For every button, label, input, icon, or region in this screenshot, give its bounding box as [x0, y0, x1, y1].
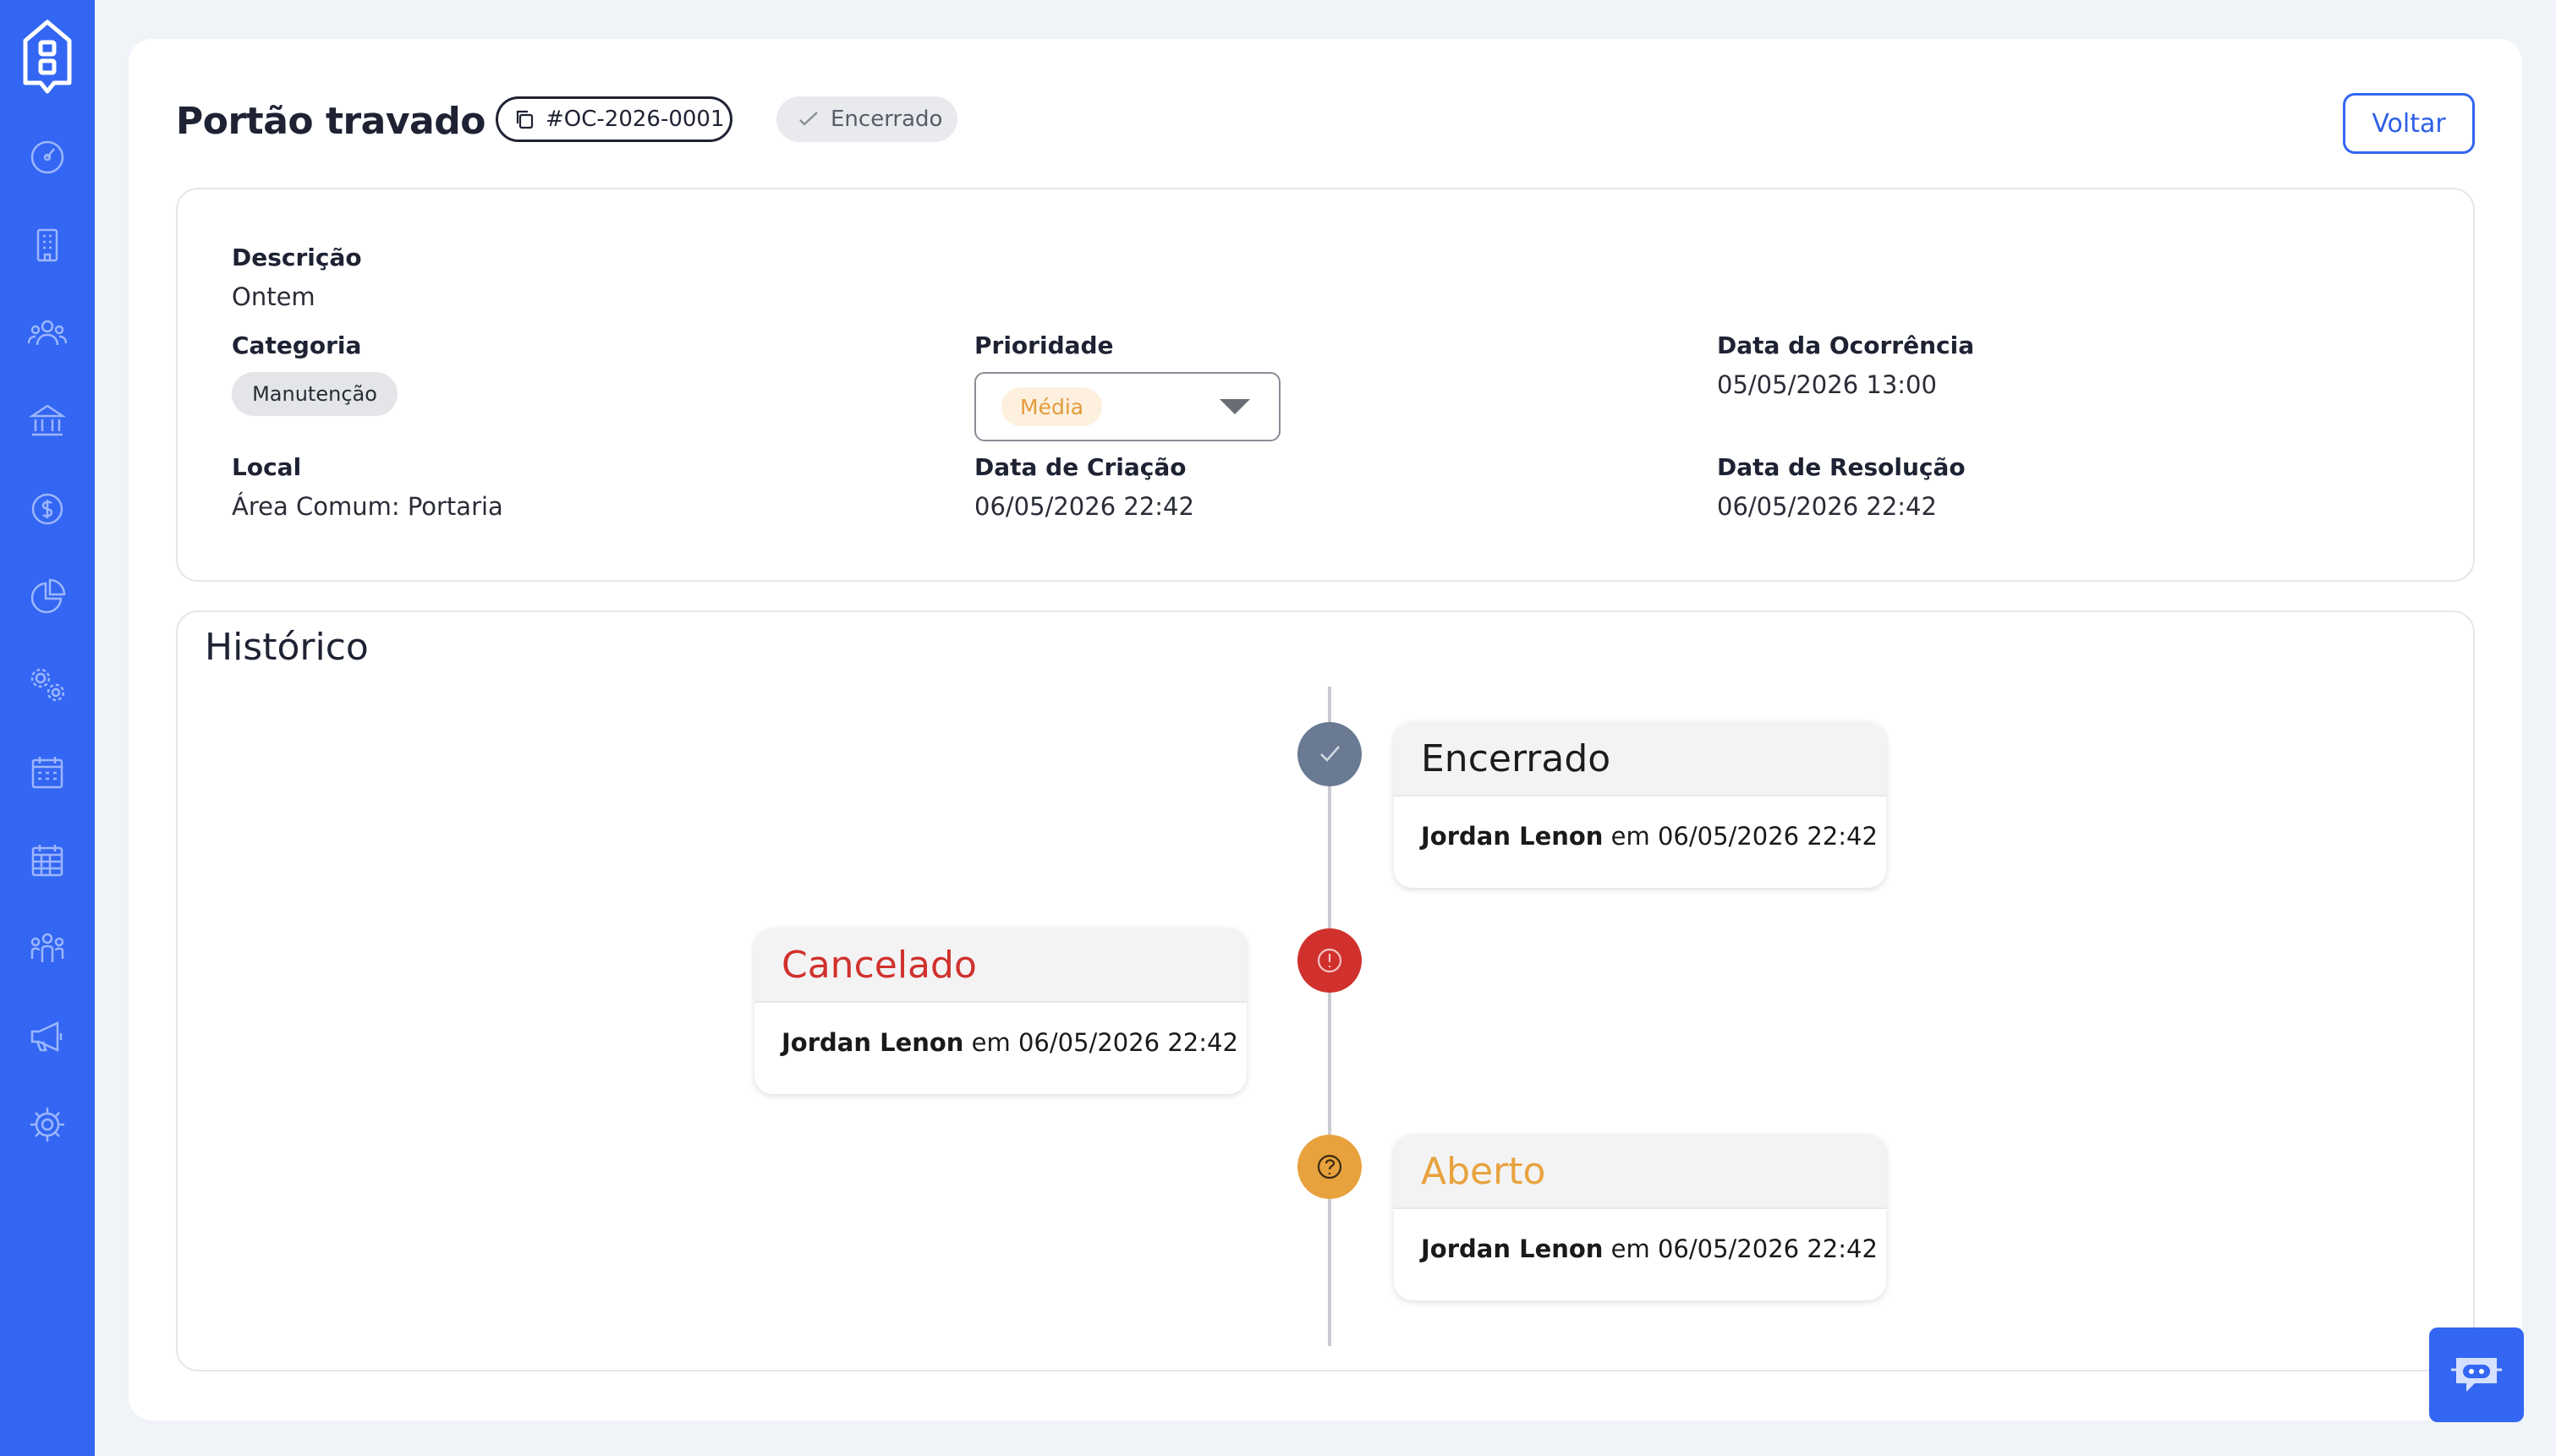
timeline-card-status: Aberto [1394, 1135, 1886, 1209]
sidebar-item-announcements[interactable] [0, 993, 95, 1081]
details-panel: Descrição Ontem Categoria Manutenção Pri… [176, 188, 2475, 582]
history-title: Histórico [205, 626, 369, 669]
occurrence-code-badge[interactable]: #OC-2026-0001 [496, 96, 732, 142]
priority-value: Média [1001, 387, 1103, 426]
settings-gear-icon [30, 1108, 64, 1141]
created-date-value: 06/05/2026 22:42 [974, 492, 1194, 521]
page-title: Portão travado [176, 100, 485, 143]
bank-icon [28, 404, 67, 436]
sidebar-nav [0, 113, 95, 1169]
priority-select[interactable]: Média [974, 372, 1281, 441]
sidebar-item-dashboard[interactable] [0, 113, 95, 201]
chatbot-button[interactable] [2429, 1327, 2524, 1422]
dollar-coin-icon [31, 493, 63, 525]
occurrence-date-value: 05/05/2026 13:00 [1717, 370, 1937, 399]
priority-label: Prioridade [974, 331, 1114, 359]
description-value: Ontem [232, 282, 315, 311]
sidebar-item-bank[interactable] [0, 377, 95, 465]
created-date-label: Data de Criação [974, 453, 1187, 481]
users-group-icon [27, 320, 68, 346]
location-label: Local [232, 453, 302, 481]
chatbot-icon [2451, 1358, 2502, 1392]
check-icon [1320, 746, 1340, 762]
alert-icon [1317, 948, 1342, 973]
history-panel: Histórico Encerrado Jordan Lenon em 06/0… [176, 610, 2475, 1371]
sidebar-item-settings[interactable] [0, 1081, 95, 1169]
building-icon [36, 228, 58, 262]
people-icon [30, 933, 64, 962]
sidebar-item-reservations[interactable] [0, 817, 95, 905]
sidebar-item-buildings[interactable] [0, 201, 95, 289]
sidebar-item-calendar[interactable] [0, 729, 95, 817]
timeline-card-cancelled: Cancelado Jordan Lenon em 06/05/2026 22:… [754, 928, 1247, 1094]
category-label: Categoria [232, 331, 362, 359]
location-value: Área Comum: Portaria [232, 492, 503, 521]
calendar-grid-icon [31, 845, 63, 877]
timeline-card-date: 06/05/2026 22:42 [1657, 822, 1878, 851]
timeline-card-user: Jordan Lenon [782, 1028, 964, 1057]
timeline-card-closed: Encerrado Jordan Lenon em 06/05/2026 22:… [1394, 722, 1886, 888]
occurrence-date-label: Data da Ocorrência [1717, 331, 1975, 359]
timeline-dot-open [1297, 1135, 1362, 1199]
page-header: Portão travado #OC-2026-0001 Encerrado V… [176, 93, 2475, 161]
occurrence-code: #OC-2026-0001 [546, 107, 725, 132]
megaphone-icon [30, 1021, 63, 1052]
timeline-card-connector: em [1610, 1234, 1650, 1263]
resolved-date-value: 06/05/2026 22:42 [1717, 492, 1937, 521]
sidebar-item-users[interactable] [0, 289, 95, 377]
check-icon [799, 112, 818, 126]
back-button[interactable]: Voltar [2343, 93, 2475, 154]
timeline-card-user: Jordan Lenon [1421, 1234, 1604, 1263]
dashboard-gauge-icon [30, 140, 64, 174]
category-chip: Manutenção [232, 372, 398, 416]
sidebar-item-reports[interactable] [0, 553, 95, 641]
timeline-card-body: Jordan Lenon em 06/05/2026 22:42 [1394, 1209, 1886, 1263]
gears-icon [30, 668, 65, 702]
timeline-card-open: Aberto Jordan Lenon em 06/05/2026 22:42 [1394, 1135, 1886, 1300]
timeline-card-date: 06/05/2026 22:42 [1657, 1234, 1878, 1263]
timeline-card-body: Jordan Lenon em 06/05/2026 22:42 [1394, 796, 1886, 851]
copy-icon [516, 110, 534, 129]
chevron-down-icon [1220, 399, 1250, 414]
sidebar [0, 0, 95, 1456]
pie-chart-icon [30, 578, 66, 614]
timeline-card-connector: em [1610, 822, 1650, 851]
sidebar-item-finance[interactable] [0, 465, 95, 553]
timeline-card-body: Jordan Lenon em 06/05/2026 22:42 [754, 1003, 1247, 1057]
timeline-card-status: Encerrado [1394, 722, 1886, 796]
description-label: Descrição [232, 244, 362, 271]
main-content: Portão travado #OC-2026-0001 Encerrado V… [129, 39, 2522, 1420]
timeline-card-user: Jordan Lenon [1421, 822, 1604, 851]
building-logo-icon[interactable] [17, 17, 78, 96]
status-label: Encerrado [831, 107, 943, 132]
timeline-card-date: 06/05/2026 22:42 [1017, 1028, 1238, 1057]
calendar-icon [31, 757, 63, 789]
timeline-card-status: Cancelado [754, 928, 1247, 1003]
timeline-dot-closed [1297, 722, 1362, 786]
sidebar-item-residents[interactable] [0, 905, 95, 993]
resolved-date-label: Data de Resolução [1717, 453, 1966, 481]
question-icon [1317, 1154, 1342, 1180]
timeline-card-connector: em [971, 1028, 1011, 1057]
status-badge: Encerrado [776, 96, 957, 142]
sidebar-item-maintenance[interactable] [0, 641, 95, 729]
timeline-dot-cancelled [1297, 928, 1362, 993]
